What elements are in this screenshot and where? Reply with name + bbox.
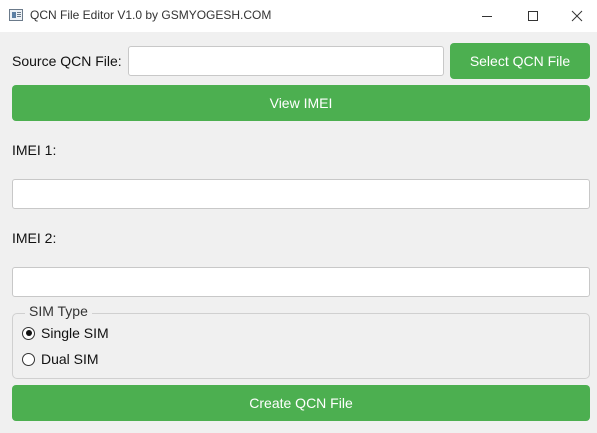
close-icon — [571, 10, 583, 22]
imei1-input[interactable] — [12, 179, 590, 209]
source-qcn-label: Source QCN File: — [12, 53, 122, 69]
title-bar[interactable]: QCN File Editor V1.0 by GSMYOGESH.COM — [0, 0, 597, 32]
minimize-button[interactable] — [464, 0, 510, 32]
single-sim-radio[interactable] — [22, 326, 35, 340]
dual-sim-label: Dual SIM — [41, 351, 99, 367]
create-qcn-file-button[interactable]: Create QCN File — [12, 385, 590, 421]
close-button[interactable] — [554, 0, 597, 32]
app-window: QCN File Editor V1.0 by GSMYOGESH.COM So… — [0, 0, 597, 433]
maximize-icon — [528, 11, 538, 21]
imei2-input[interactable] — [12, 267, 590, 297]
source-qcn-input[interactable] — [128, 46, 444, 76]
imei2-label: IMEI 2: — [12, 230, 57, 246]
imei1-label: IMEI 1: — [12, 142, 57, 158]
view-imei-button[interactable]: View IMEI — [12, 85, 590, 121]
window-title: QCN File Editor V1.0 by GSMYOGESH.COM — [30, 8, 272, 22]
single-sim-option[interactable]: Single SIM — [22, 324, 109, 342]
sim-type-legend: SIM Type — [25, 303, 92, 319]
minimize-icon — [482, 16, 492, 17]
dual-sim-option[interactable]: Dual SIM — [22, 350, 99, 368]
sim-type-group — [12, 313, 590, 379]
select-qcn-file-button[interactable]: Select QCN File — [450, 43, 590, 79]
single-sim-label: Single SIM — [41, 325, 109, 341]
maximize-button[interactable] — [510, 0, 556, 32]
dual-sim-radio[interactable] — [22, 352, 35, 366]
app-icon — [9, 9, 23, 21]
